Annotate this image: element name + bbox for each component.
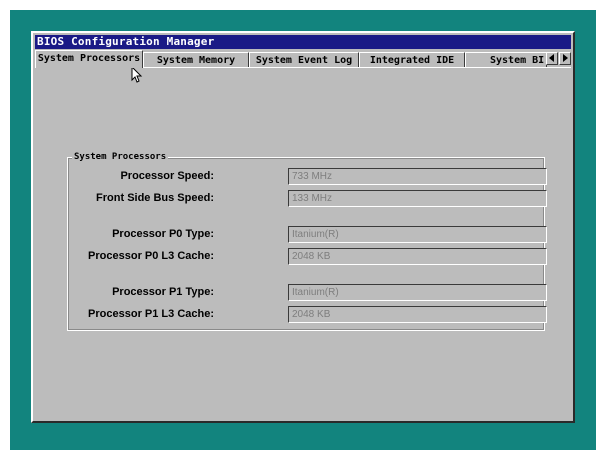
front-side-bus-speed-field: 133 MHz	[288, 190, 547, 207]
tab-scroll-left-button[interactable]	[546, 52, 558, 65]
processor-p1-type-field: Itanium(R)	[288, 284, 547, 301]
bios-configuration-window: BIOS Configuration Manager System Proces…	[31, 31, 575, 423]
tab-system-event-log[interactable]: System Event Log	[249, 52, 359, 67]
group-title: System Processors	[72, 151, 169, 163]
processor-p0-l3-cache-field: 2048 KB	[288, 248, 547, 265]
processor-speed-label: Processor Speed:	[120, 170, 214, 182]
processor-p0-type-label: Processor P0 Type:	[112, 228, 214, 240]
tab-bar: System Processors System Memory System E…	[35, 50, 571, 68]
processor-p1-type-label: Processor P1 Type:	[112, 286, 214, 298]
tab-scroll-right-button[interactable]	[559, 52, 571, 65]
tab-label: Integrated IDE	[369, 55, 455, 66]
arrow-right-icon	[563, 54, 568, 62]
tab-label: System Memory	[156, 55, 236, 66]
processor-p1-l3-cache-label: Processor P1 L3 Cache:	[88, 308, 214, 320]
processor-p0-l3-cache-label: Processor P0 L3 Cache:	[88, 250, 214, 262]
tab-label: System Processors	[37, 53, 141, 64]
arrow-left-icon	[549, 54, 554, 62]
window-title: BIOS Configuration Manager	[35, 35, 571, 49]
processor-speed-field: 733 MHz	[288, 168, 547, 185]
system-processors-group: System Processors Processor Speed: 733 M…	[67, 151, 547, 331]
front-side-bus-speed-label: Front Side Bus Speed:	[96, 192, 214, 204]
tab-integrated-ide[interactable]: Integrated IDE	[359, 52, 465, 67]
processor-p1-l3-cache-field: 2048 KB	[288, 306, 547, 323]
tab-system-bios[interactable]: System BI	[465, 52, 547, 67]
processor-p0-type-field: Itanium(R)	[288, 226, 547, 243]
tab-system-processors[interactable]: System Processors	[35, 50, 143, 68]
tab-label: System Event Log	[255, 55, 353, 66]
tab-label: System BI	[490, 55, 545, 66]
mouse-pointer-icon	[131, 66, 143, 83]
tab-system-memory[interactable]: System Memory	[143, 52, 249, 67]
